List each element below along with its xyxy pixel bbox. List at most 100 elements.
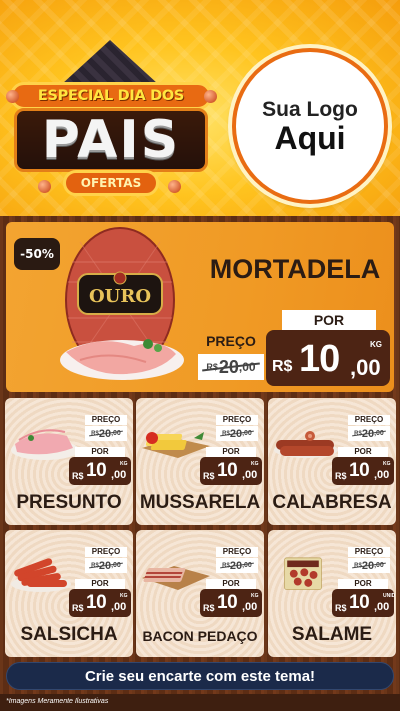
currency: R$ [272,358,293,375]
promo-big-plate: PAIS [14,108,208,172]
currency: R$ [335,603,347,613]
previous-price: R$ 20,00 [348,426,390,441]
header-banner: ESPECIAL DIA DOS PAIS OFERTAS Sua Logo A… [0,0,400,216]
por-label: POR [338,579,388,589]
por-label: POR [75,579,125,589]
price-int: 20 [98,427,112,440]
por-label: POR [338,447,388,457]
por-label: POR [206,579,256,589]
price-unit: KG [370,340,382,349]
hero-previous-price-label: PREÇO [206,333,256,349]
price-unit: KG [383,461,391,467]
por-label: POR [206,447,256,457]
product-card[interactable]: PREÇO R$ 20,00 POR R$ 10,00 UNID SALAME [268,530,396,657]
currency: R$ [72,603,84,613]
product-name: BACON PEDAÇO [142,628,258,644]
price-dec: ,00 [242,430,252,437]
product-name: SALAME [291,624,373,645]
price-tag: R$ 10 ,00 KG [200,457,262,485]
price-int: 20 [229,559,243,572]
price-int: 20 [98,559,112,572]
previous-price: R$ 20,00 [85,558,127,573]
currency: R$ [222,430,230,437]
price-int: 20 [361,559,375,572]
bulb-icon [38,180,51,193]
currency: R$ [354,430,362,437]
price-int: 10 [299,338,340,380]
promo-title: ESPECIAL DIA DOS [37,88,185,104]
currency: R$ [335,471,347,481]
product-card[interactable]: PREÇO R$ 20,00 POR R$ 10,00 KG SALSICHA [5,530,133,657]
product-name: SALSICHA [20,624,118,645]
promo-badge: ESPECIAL DIA DOS PAIS OFERTAS [6,40,217,200]
price-int: 20 [218,356,239,377]
price-dec: ,00 [242,469,258,481]
product-card[interactable]: PREÇO R$ 20,00 POR R$ 10,00 KG MUSSARELA [136,398,264,525]
price-dec: ,00 [374,601,390,613]
price-int: 10 [349,592,370,613]
create-flyer-button[interactable]: Crie seu encarte com este tema! [6,662,394,690]
price-int: 10 [217,592,238,613]
offers-tag: OFERTAS [63,170,159,196]
price-dec: ,00 [374,469,390,481]
previous-price: R$ 20,00 [216,426,258,441]
previous-price-label: PREÇO [85,547,127,557]
product-name: CALABRESA [272,492,392,513]
logo-placeholder[interactable]: Sua Logo Aqui [232,48,388,204]
price-dec: ,00 [350,355,381,380]
currency: R$ [91,562,99,569]
price-dec: ,00 [242,562,252,569]
price-tag: R$ 10 ,00 KG [332,457,394,485]
offers-label: OFERTAS [80,176,142,190]
currency: R$ [203,471,215,481]
previous-price-label: PREÇO [216,547,258,557]
currency: R$ [206,362,218,372]
hero-price-tag: R$ 10 ,00 KG [266,330,390,386]
brand-label: OURO [89,286,151,307]
logo-line1: Sua Logo [262,98,358,121]
price-unit: KG [251,593,259,599]
currency: R$ [203,603,215,613]
hero-product-name: MORTADELA [209,254,381,284]
product-card[interactable]: PREÇO R$ 20,00 POR R$ 10,00 KG BACON PEDAÇO [136,530,264,657]
price-dec: ,00 [374,430,384,437]
currency: R$ [222,562,230,569]
price-int: 20 [361,427,375,440]
promo-big-text: PAIS [41,110,181,170]
product-card[interactable]: PREÇO R$ 20,00 POR R$ 10,00 KG CALABRESA [268,398,396,525]
bulb-icon [6,90,19,103]
price-unit: KG [120,461,128,467]
bulb-icon [168,180,181,193]
previous-price-label: PREÇO [85,415,127,425]
currency: R$ [354,562,362,569]
logo-line2: Aqui [274,120,346,156]
previous-price: R$ 20,00 [348,558,390,573]
previous-price: R$ 20,00 [85,426,127,441]
price-int: 10 [86,592,107,613]
bulb-icon [204,90,217,103]
currency: R$ [91,430,99,437]
mortadela-icon: OURO [60,227,184,380]
promo-title-banner: ESPECIAL DIA DOS [10,82,212,110]
price-int: 10 [217,460,238,481]
hero-previous-price: R$ 20,00 [198,354,264,380]
price-tag: R$ 10 ,00 UNID [332,589,396,617]
price-tag: R$ 10 ,00 KG [69,457,131,485]
product-card[interactable]: PREÇO R$ 20,00 POR R$ 10,00 KG PRESUNTO [5,398,133,525]
product-name: MUSSARELA [139,492,261,513]
discount-badge: -50% [14,238,60,270]
price-unit: KG [120,593,128,599]
price-dec: ,00 [374,562,384,569]
previous-price-label: PREÇO [216,415,258,425]
hero-por-label: POR [282,310,376,330]
price-dec: ,00 [242,601,258,613]
price-tag: R$ 10 ,00 KG [200,589,262,617]
previous-price-label: PREÇO [348,415,390,425]
price-dec: ,00 [111,469,127,481]
price-unit: UNID [383,593,396,599]
price-int: 20 [229,427,243,440]
price-dec: ,00 [238,360,256,374]
salami-pack-icon [284,557,322,590]
currency: R$ [72,471,84,481]
price-dec: ,00 [111,430,121,437]
